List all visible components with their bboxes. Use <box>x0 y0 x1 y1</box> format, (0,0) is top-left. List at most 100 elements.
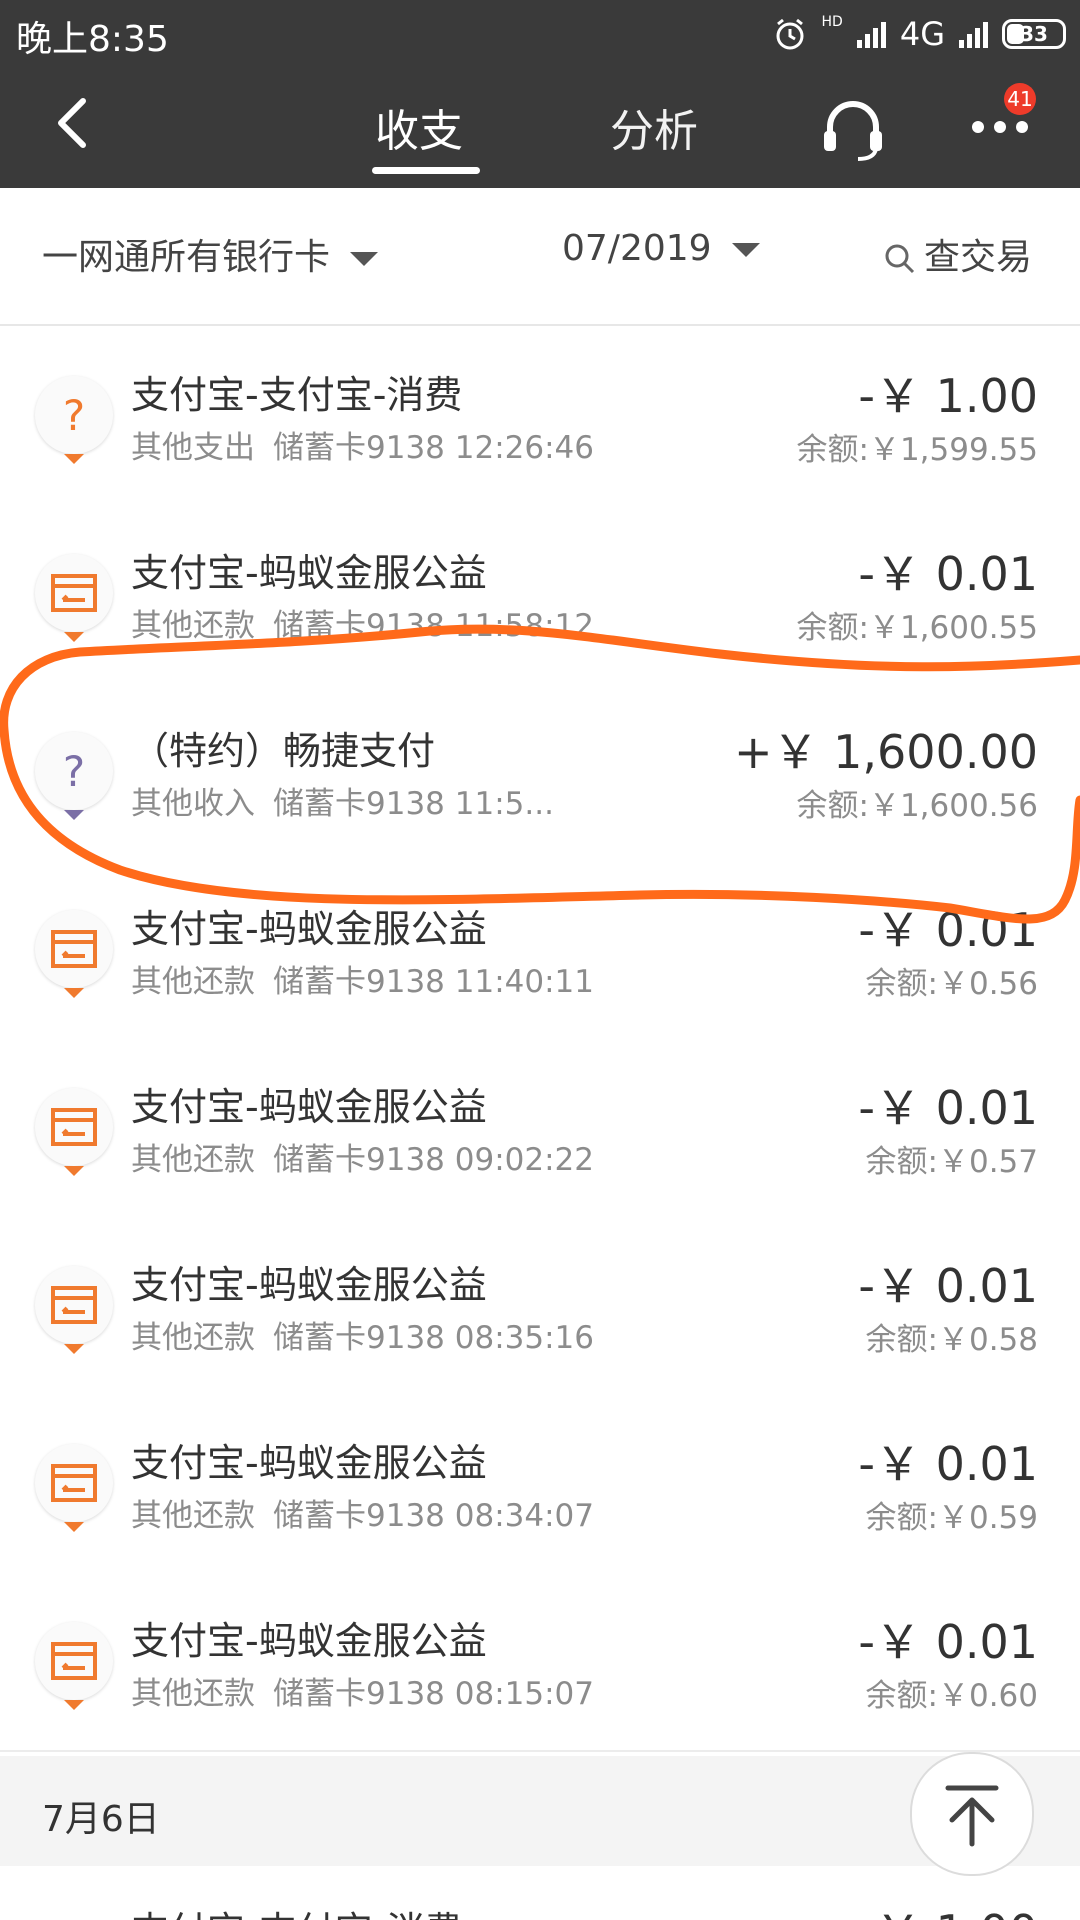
repayment-icon <box>35 554 113 632</box>
signal-icon <box>856 20 886 48</box>
chevron-down-icon <box>350 252 379 266</box>
tab-income-expense[interactable]: 收支 <box>375 95 463 159</box>
tab-underline <box>372 167 480 174</box>
tab-analysis[interactable]: 分析 <box>610 95 698 159</box>
transaction-detail: 其他还款 储蓄卡9138 11:40:11 <box>131 956 594 1001</box>
transaction-title: 支付宝-支付宝-消费 <box>131 373 463 417</box>
repayment-icon <box>35 1622 113 1700</box>
transaction-balance: 余额:￥1,600.56 <box>796 788 1039 824</box>
account-filter-label: 一网通所有银行卡 <box>42 237 331 278</box>
transaction-category: 其他还款 <box>131 1142 255 1178</box>
back-to-top-button[interactable] <box>910 1752 1034 1876</box>
transaction-row[interactable]: 支付宝-蚂蚁金服公益 其他还款 储蓄卡9138 09:02:22 -￥ 0.01 … <box>0 1038 1080 1218</box>
transaction-title: 支付宝-蚂蚁金服公益 <box>131 1263 487 1307</box>
transaction-card-time: 储蓄卡9138 11:58:12 <box>273 608 594 644</box>
transaction-card-time: 储蓄卡9138 12:26:46 <box>273 430 594 466</box>
battery-icon: 33 <box>1002 19 1066 49</box>
transaction-balance: 余额:￥0.60 <box>865 1678 1038 1714</box>
transaction-title: 支付宝-蚂蚁金服公益 <box>131 907 487 951</box>
transaction-card-time: 储蓄卡9138 11:5... <box>273 786 554 822</box>
transaction-row[interactable]: 支付宝-蚂蚁金服公益 其他还款 储蓄卡9138 08:35:16 -￥ 0.01 … <box>0 1216 1080 1396</box>
transaction-row[interactable]: 支付宝-蚂蚁金服公益 其他还款 储蓄卡9138 11:40:11 -￥ 0.01 … <box>0 860 1080 1040</box>
chevron-down-icon <box>731 243 760 257</box>
transaction-row[interactable]: ? （特约）畅捷支付 其他收入 储蓄卡9138 11:5... +￥ 1,600.… <box>0 682 1080 862</box>
transaction-detail: 其他还款 储蓄卡9138 08:15:07 <box>131 1668 594 1713</box>
transaction-amount: -￥ 0.01 <box>858 1081 1038 1135</box>
transaction-category: 其他收入 <box>131 786 255 822</box>
transaction-balance: 余额:￥1,600.55 <box>796 610 1039 646</box>
transaction-detail: 其他还款 储蓄卡9138 11:58:12 <box>131 600 594 645</box>
more-icon[interactable] <box>970 115 1030 139</box>
search-transactions[interactable]: 查交易 <box>884 228 1032 280</box>
svg-text:?: ? <box>63 747 85 796</box>
repayment-icon <box>35 1266 113 1344</box>
transaction-balance: 余额:￥0.56 <box>865 966 1038 1002</box>
search-icon <box>885 244 915 274</box>
arrow-up-icon <box>945 1785 999 1847</box>
notification-badge: 41 <box>1004 83 1036 115</box>
network-label: 4G <box>899 15 945 53</box>
battery-level: 33 <box>1020 22 1048 46</box>
hd-label: HD <box>821 14 843 30</box>
transaction-amount: -￥ 0.01 <box>858 547 1038 601</box>
transaction-card-time: 储蓄卡9138 08:34:07 <box>273 1498 594 1534</box>
repayment-icon <box>35 1088 113 1166</box>
transaction-detail: 其他收入 储蓄卡9138 11:5... <box>131 778 554 823</box>
transaction-amount: -￥ 0.01 <box>858 1259 1038 1313</box>
transaction-category: 其他还款 <box>131 1320 255 1356</box>
transaction-card-time: 储蓄卡9138 11:40:11 <box>273 964 594 1000</box>
account-filter[interactable]: 一网通所有银行卡 <box>42 228 379 280</box>
transaction-card-time: 储蓄卡9138 08:15:07 <box>273 1676 594 1712</box>
transaction-amount: -￥ 0.01 <box>858 1437 1038 1491</box>
transaction-row[interactable]: ? 支付宝-支付宝-消费 其他支出 储蓄卡9138 12:26:46 -￥ 1.0… <box>0 326 1080 506</box>
nav-bar: 收支 分析 41 <box>0 65 1080 188</box>
transaction-amount: -￥ 0.01 <box>858 1615 1038 1669</box>
back-arrow-icon[interactable] <box>45 93 105 153</box>
transaction-amount: +￥ 1,600.00 <box>733 725 1038 779</box>
transaction-title: （特约）畅捷支付 <box>131 729 436 773</box>
repayment-icon <box>35 910 113 988</box>
signal-icon-2 <box>959 20 988 48</box>
transaction-category: 其他还款 <box>131 608 255 644</box>
transaction-row[interactable]: 支付宝-蚂蚁金服公益 其他还款 储蓄卡9138 08:34:07 -￥ 0.01 … <box>0 1394 1080 1574</box>
question-icon: ? <box>35 376 113 454</box>
transaction-title: 支付宝-蚂蚁金服公益 <box>131 1085 487 1129</box>
transaction-detail: 其他还款 储蓄卡9138 09:02:22 <box>131 1134 594 1179</box>
transaction-title: 支付宝-蚂蚁金服公益 <box>131 551 487 595</box>
transaction-balance: 余额:￥0.59 <box>865 1500 1038 1536</box>
repayment-icon <box>35 1444 113 1522</box>
question-icon: ? <box>35 732 113 810</box>
transaction-detail: 其他还款 储蓄卡9138 08:34:07 <box>131 1490 594 1535</box>
svg-text:?: ? <box>63 391 85 440</box>
transaction-detail: 其他支出 储蓄卡9138 12:26:46 <box>131 422 594 467</box>
status-icons: HD 4G 33 <box>772 12 1066 56</box>
transaction-title: 支付宝-蚂蚁金服公益 <box>131 1619 487 1663</box>
month-filter-label: 07/2019 <box>562 228 712 269</box>
transaction-title: 支付宝-蚂蚁金服公益 <box>131 1441 487 1485</box>
month-filter[interactable]: 07/2019 <box>562 228 760 269</box>
transaction-title: 支付宝-支付宝-消费 <box>131 1900 462 1920</box>
search-label: 查交易 <box>924 237 1033 278</box>
transaction-row[interactable]: 支付宝-蚂蚁金服公益 其他还款 储蓄卡9138 11:58:12 -￥ 0.01 … <box>0 504 1080 684</box>
transaction-row[interactable]: 支付宝-蚂蚁金服公益 其他还款 储蓄卡9138 08:15:07 -￥ 0.01 … <box>0 1572 1080 1752</box>
alarm-icon <box>776 18 804 50</box>
transaction-amount: -￥ 1.00 <box>858 369 1038 423</box>
transaction-amount: -￥ 1.00 <box>858 1896 1038 1920</box>
transaction-amount: -￥ 0.01 <box>858 903 1038 957</box>
filter-bar: 一网通所有银行卡 07/2019 查交易 <box>0 188 1080 326</box>
transaction-category: 其他还款 <box>131 1676 255 1712</box>
transaction-balance: 余额:￥0.57 <box>865 1144 1038 1180</box>
transaction-category: 其他还款 <box>131 964 255 1000</box>
customer-service-icon[interactable] <box>818 95 888 165</box>
transaction-balance: 余额:￥1,599.55 <box>796 432 1039 468</box>
status-time: 晚上8:35 <box>16 19 169 60</box>
transaction-category: 其他还款 <box>131 1498 255 1534</box>
transaction-category: 其他支出 <box>131 430 255 466</box>
transaction-balance: 余额:￥0.58 <box>865 1322 1038 1358</box>
status-bar: 晚上8:35 HD 4G 33 <box>0 0 1080 65</box>
date-group-label: 7月6日 <box>42 1799 160 1840</box>
transaction-detail: 其他还款 储蓄卡9138 08:35:16 <box>131 1312 594 1357</box>
transaction-card-time: 储蓄卡9138 08:35:16 <box>273 1320 594 1356</box>
transaction-row-partial[interactable]: 支付宝-支付宝-消费 -￥ 1.00 <box>0 1866 1080 1920</box>
transaction-card-time: 储蓄卡9138 09:02:22 <box>273 1142 594 1178</box>
